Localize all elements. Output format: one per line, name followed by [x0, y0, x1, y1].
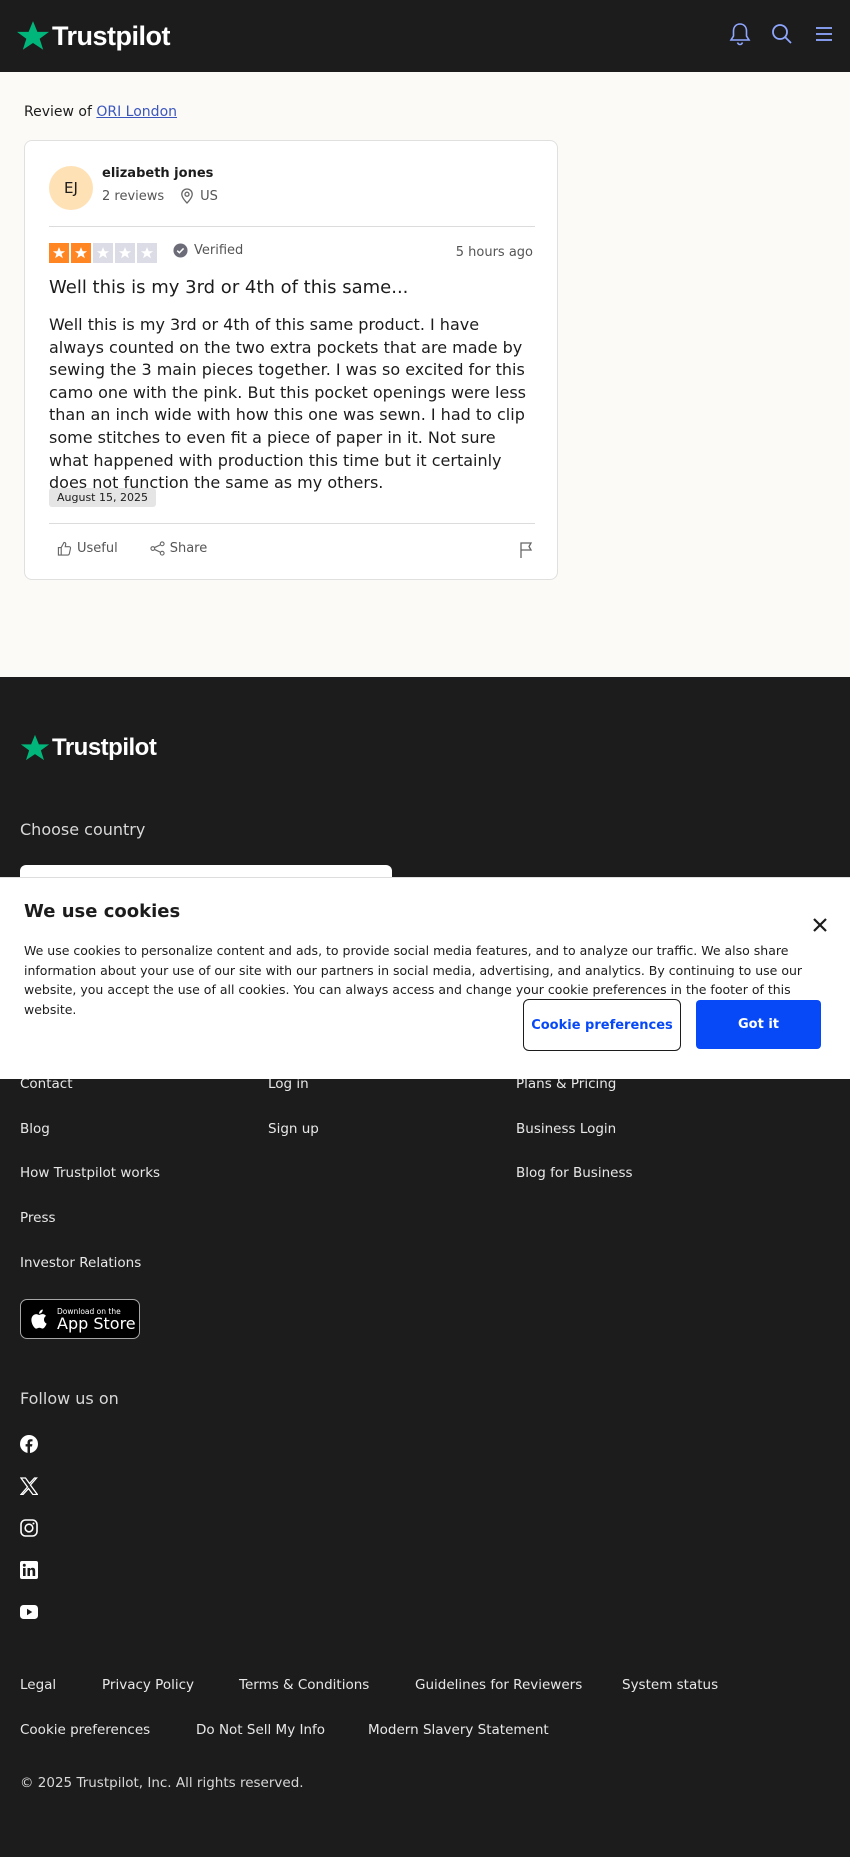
got-it-button[interactable]: Got it [696, 1000, 821, 1049]
review-time: 5 hours ago [455, 245, 533, 260]
footer-privacy-link[interactable]: Privacy Policy [102, 1677, 194, 1693]
review-count: 2 reviews [102, 188, 165, 204]
review-of-line: Review of ORI London [24, 104, 177, 120]
star-icon [137, 243, 157, 263]
card-divider-bottom [49, 523, 535, 524]
choose-country-label: Choose country [20, 820, 146, 839]
footer-link-business-login[interactable]: Business Login [516, 1121, 616, 1137]
verified-label: Verified [194, 243, 244, 258]
reviewer-location: US [180, 188, 218, 204]
footer-brand-name: Trustpilot [52, 734, 157, 761]
x-icon[interactable] [20, 1477, 38, 1495]
footer-link-signup[interactable]: Sign up [268, 1121, 319, 1137]
reviewer-name[interactable]: elizabeth jones [102, 166, 213, 181]
footer-system-status-link[interactable]: System status [622, 1677, 718, 1693]
review-card: EJ elizabeth jones 2 reviews US Verified… [24, 140, 558, 580]
menu-icon[interactable] [812, 22, 836, 46]
site-header: Trustpilot [0, 0, 850, 72]
check-circle-icon [173, 243, 188, 258]
linkedin-icon[interactable] [20, 1561, 38, 1579]
company-link[interactable]: ORI London [96, 104, 177, 120]
experience-date: August 15, 2025 [49, 488, 156, 507]
footer-do-not-sell-link[interactable]: Do Not Sell My Info [196, 1722, 325, 1738]
share-icon [150, 541, 165, 556]
footer-link-blog-for-business[interactable]: Blog for Business [516, 1165, 633, 1181]
apple-icon [31, 1309, 47, 1329]
footer-link-blog[interactable]: Blog [20, 1121, 50, 1137]
follow-us-label: Follow us on [20, 1389, 119, 1408]
footer-logo[interactable]: Trustpilot [20, 733, 157, 763]
star-icon [93, 243, 113, 263]
share-label: Share [169, 541, 208, 556]
cookie-title: We use cookies [24, 901, 181, 922]
star-icon [115, 243, 135, 263]
footer-cookie-prefs-link[interactable]: Cookie preferences [20, 1722, 150, 1738]
star-rating [49, 243, 157, 263]
footer-legal-link[interactable]: Legal [20, 1677, 56, 1693]
footer-terms-link[interactable]: Terms & Conditions [239, 1677, 369, 1693]
cookie-banner: We use cookies We use cookies to persona… [0, 877, 850, 1079]
app-store-big-text: App Store [57, 1313, 136, 1333]
star-icon [71, 243, 91, 263]
footer-link-investor-relations[interactable]: Investor Relations [20, 1255, 141, 1271]
footer-link-press[interactable]: Press [20, 1210, 56, 1226]
search-icon[interactable] [770, 22, 794, 46]
instagram-icon[interactable] [20, 1519, 38, 1537]
review-title[interactable]: Well this is my 3rd or 4th of this same.… [49, 277, 408, 298]
thumbs-up-icon [57, 541, 72, 556]
share-button[interactable]: Share [142, 541, 208, 556]
star-icon [49, 243, 69, 263]
footer-modern-slavery-link[interactable]: Modern Slavery Statement [368, 1722, 549, 1738]
cookie-preferences-button[interactable]: Cookie preferences [523, 999, 681, 1051]
useful-label: Useful [77, 541, 118, 556]
bell-icon[interactable] [728, 22, 752, 46]
footer-guidelines-link[interactable]: Guidelines for Reviewers [415, 1677, 582, 1693]
copyright: © 2025 Trustpilot, Inc. All rights reser… [20, 1775, 304, 1791]
reviewer-country: US [200, 188, 218, 204]
trustpilot-star-icon [20, 734, 50, 761]
trustpilot-logo[interactable]: Trustpilot [16, 19, 171, 53]
reviewer-meta: 2 reviews US [102, 188, 218, 204]
location-pin-icon [181, 188, 194, 204]
site-footer: Trustpilot Choose country Contact Blog H… [0, 677, 850, 1857]
facebook-icon[interactable] [20, 1435, 38, 1453]
main-content: Review of ORI London EJ elizabeth jones … [0, 72, 850, 677]
trustpilot-star-icon [16, 21, 50, 50]
review-body: Well this is my 3rd or 4th of this same … [49, 315, 527, 493]
useful-button[interactable]: Useful [49, 541, 118, 556]
card-divider-top [49, 226, 535, 227]
youtube-icon[interactable] [20, 1603, 38, 1621]
review-of-prefix: Review of [24, 104, 92, 120]
review-actions: Useful Share [49, 541, 535, 558]
avatar[interactable]: EJ [49, 166, 93, 210]
close-icon[interactable] [812, 917, 828, 933]
footer-link-how-it-works[interactable]: How Trustpilot works [20, 1165, 160, 1181]
brand-name: Trustpilot [52, 20, 171, 51]
flag-icon[interactable] [519, 541, 535, 563]
app-store-badge[interactable]: Download on the App Store [20, 1299, 140, 1339]
verified-badge: Verified [173, 243, 243, 258]
